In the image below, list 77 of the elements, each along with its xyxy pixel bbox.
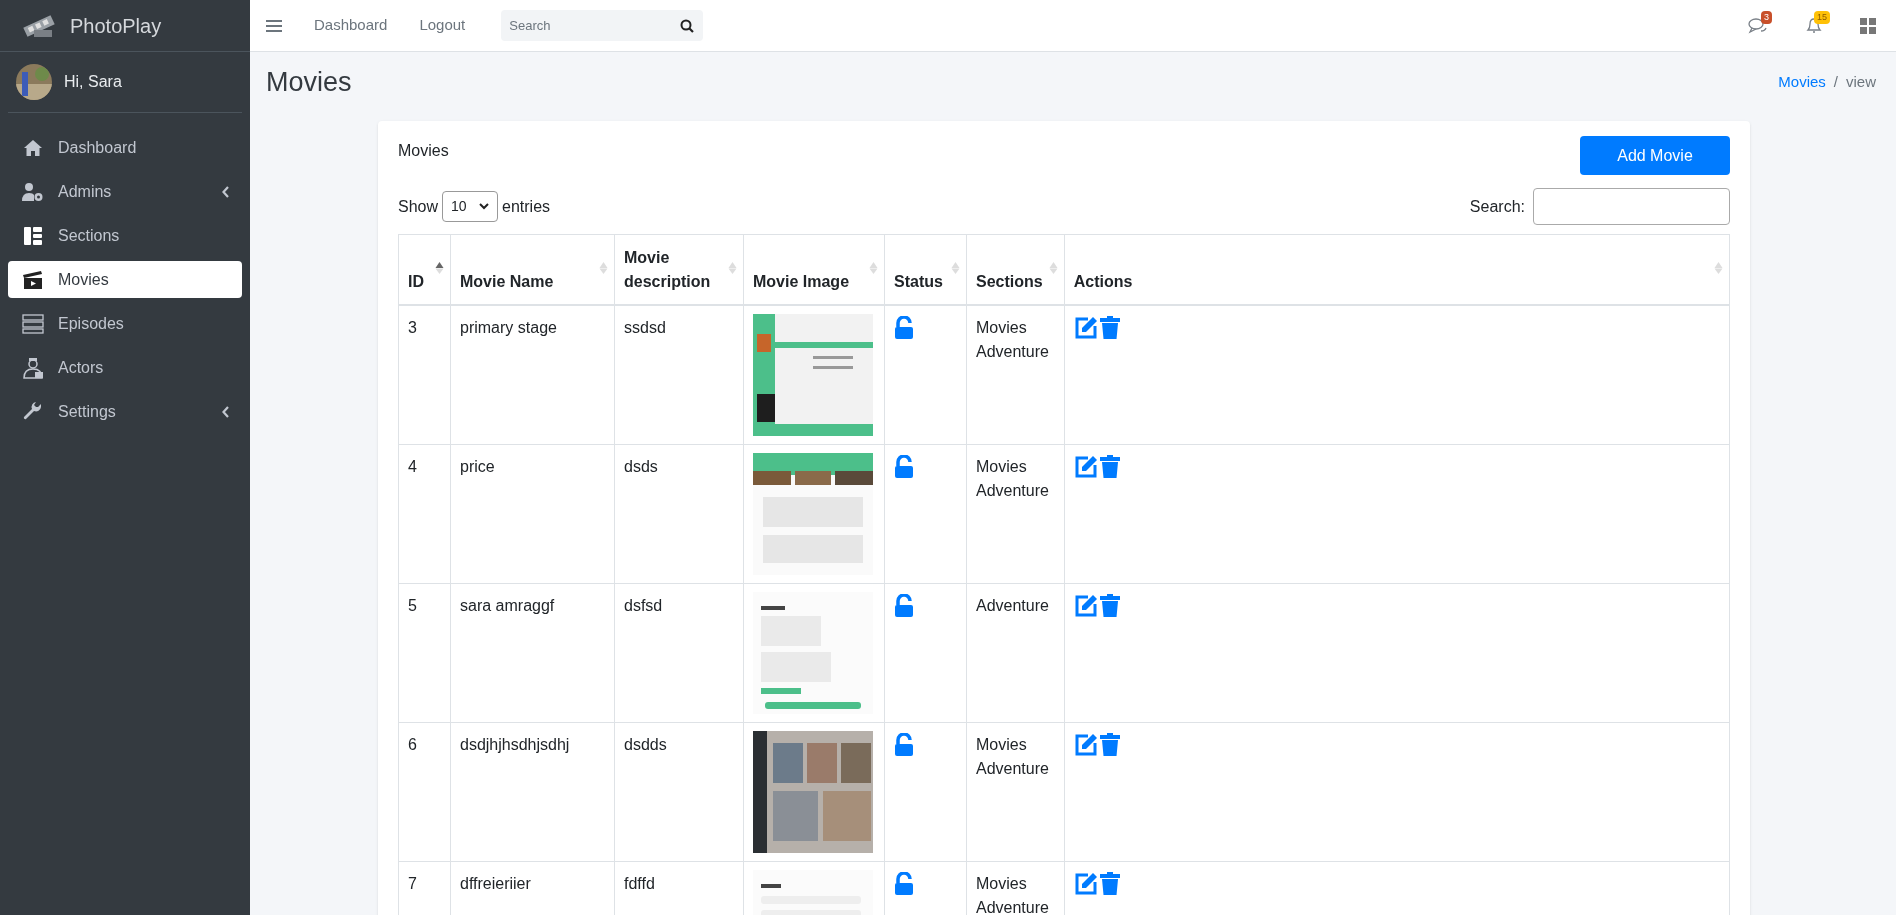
sidebar-item[interactable]: Admins <box>8 173 242 210</box>
show-label: Show <box>398 196 439 217</box>
home-icon <box>23 138 43 157</box>
sort-icon[interactable] <box>435 261 444 275</box>
chevron-down-icon <box>479 203 490 210</box>
edit-icon[interactable] <box>1073 315 1098 340</box>
table-cell: 7 <box>408 874 417 892</box>
section-name: Adventure <box>976 897 1050 915</box>
table-cell: dffreieriier <box>460 874 531 892</box>
table-cell: dsdjhjhsdhjsdhj <box>460 735 570 753</box>
table-cell: primary stage <box>460 318 557 336</box>
grid-icon[interactable] <box>1860 17 1876 34</box>
nav-link[interactable]: Dashboard <box>314 14 388 37</box>
table-cell: 3 <box>408 318 417 336</box>
unlocked-lock-icon[interactable] <box>894 732 914 757</box>
card-title: Movies <box>398 141 449 161</box>
nav-link[interactable]: Logout <box>419 14 466 37</box>
breadcrumb-separator: / <box>1833 71 1838 92</box>
table-cell: dsfsd <box>624 596 663 614</box>
actor-icon <box>22 356 44 379</box>
section-name: Movies <box>976 873 1028 894</box>
page-size-select[interactable]: 10 <box>442 191 499 222</box>
section-name: Movies <box>976 317 1028 338</box>
notification-count-badge: 15 <box>1814 10 1830 24</box>
section-name: Movies <box>976 456 1028 477</box>
unlocked-lock-icon[interactable] <box>894 871 914 896</box>
clapperboard-icon <box>22 269 44 290</box>
section-name: Adventure <box>976 595 1050 616</box>
list-icon <box>22 313 44 334</box>
sections-icon <box>23 225 43 246</box>
unlocked-lock-icon[interactable] <box>894 454 914 479</box>
table-search-field[interactable] <box>1533 188 1730 225</box>
trash-icon[interactable] <box>1099 871 1120 896</box>
table-cell: dsds <box>624 457 658 475</box>
table-cell: 5 <box>408 596 417 614</box>
page-title: Movies <box>266 65 352 99</box>
user-gear-icon <box>22 181 44 202</box>
trash-icon[interactable] <box>1099 315 1120 340</box>
edit-icon[interactable] <box>1073 454 1098 479</box>
trash-icon[interactable] <box>1099 593 1120 618</box>
edit-icon[interactable] <box>1073 732 1098 757</box>
sidebar-item[interactable]: Episodes <box>8 305 242 342</box>
section-name: Movies <box>976 734 1028 755</box>
table-cell: dsdds <box>624 735 667 753</box>
table-cell: 4 <box>408 457 417 475</box>
search-icon[interactable] <box>680 18 695 33</box>
table-cell: price <box>460 457 495 475</box>
entries-label: entries <box>502 196 551 217</box>
trash-icon[interactable] <box>1099 732 1120 757</box>
message-count-badge: 3 <box>1761 10 1772 24</box>
edit-icon[interactable] <box>1073 593 1098 618</box>
chat-icon[interactable] <box>1748 16 1768 35</box>
section-name: Adventure <box>976 480 1050 501</box>
search-label: Search: <box>1469 196 1525 217</box>
breadcrumb-link[interactable]: Movies <box>1778 70 1826 94</box>
table-cell: fdffd <box>624 874 655 892</box>
unlocked-lock-icon[interactable] <box>894 315 914 340</box>
sidebar-item[interactable]: Movies <box>8 261 242 298</box>
user-greeting: Hi, Sara <box>64 72 122 92</box>
table-cell: ssdsd <box>624 318 666 336</box>
trash-icon[interactable] <box>1099 454 1120 479</box>
section-name: Adventure <box>976 758 1050 779</box>
edit-icon[interactable] <box>1073 871 1098 896</box>
sidebar-item[interactable]: Sections <box>8 217 242 254</box>
search-field[interactable]: Search <box>501 10 704 41</box>
wrench-icon <box>23 401 43 422</box>
menu-icon[interactable] <box>266 18 282 33</box>
sidebar-item[interactable]: Settings <box>8 393 242 430</box>
brand-name: PhotoPlay <box>70 13 162 39</box>
unlocked-lock-icon[interactable] <box>894 593 914 618</box>
breadcrumb-current: view <box>1846 71 1876 92</box>
table-cell: 6 <box>408 735 417 753</box>
section-name: Adventure <box>976 341 1050 362</box>
table-cell: sara amraggf <box>460 596 555 614</box>
sidebar-item[interactable]: Actors <box>8 349 242 386</box>
add-movie-button[interactable]: Add Movie <box>1580 136 1730 175</box>
sidebar-item[interactable]: Dashboard <box>8 129 242 166</box>
